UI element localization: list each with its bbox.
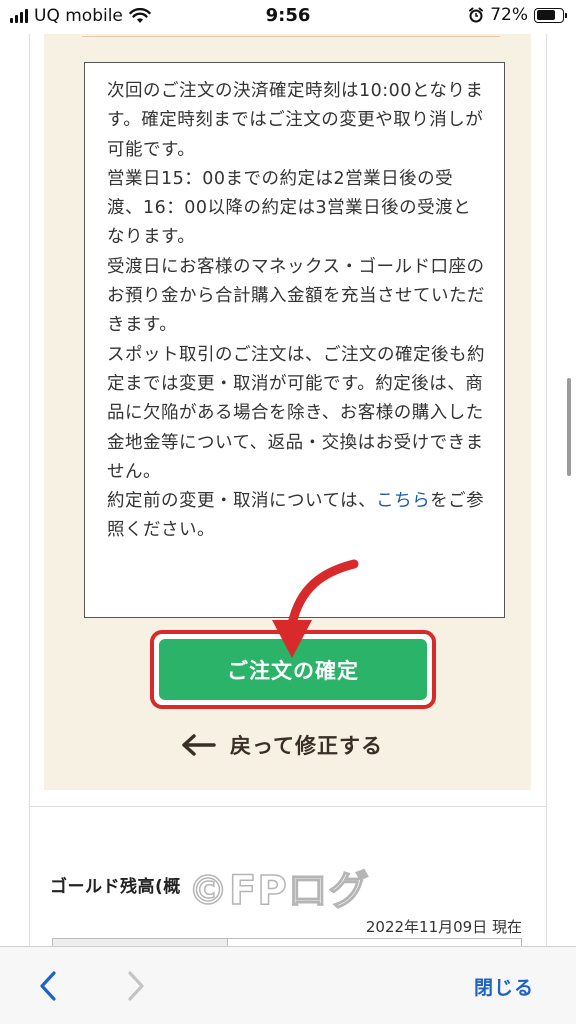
alarm-icon [469,7,484,23]
battery-icon [534,7,567,23]
web-content: 次回のご注文の決済確定時刻は10:00となります。確定時刻まではご注文の変更や取… [0,34,576,946]
notice-paragraph: 次回のご注文の決済確定時刻は10:00となります。確定時刻まではご注文の変更や取… [107,81,484,160]
reference-link[interactable]: こちら [376,491,430,511]
frame-border-right [546,34,547,946]
battery-percent: 72% [490,5,528,25]
section-divider [30,806,546,807]
back-to-edit-link[interactable]: 戻って修正する [180,730,383,760]
notice-text: 約定前の変更・取消については、 [107,491,377,512]
balance-table [52,938,522,946]
watermark: ©FPログ [187,867,370,915]
frame-border-left [29,34,30,946]
browser-toolbar: 閉じる [0,946,576,1024]
notice-paragraph-last: 約定前の変更・取消については、こちらをご参照ください。 [107,487,486,546]
balance-as-of-date: 2022年11月09日 現在 [365,918,522,936]
chevron-right-icon [128,971,144,1001]
divider [82,36,500,37]
status-right: 72% [468,5,567,25]
notice-paragraph: 受渡日にお客様のマネックス・ゴールド口座のお預り金から合計購入金額を充当させてい… [107,256,485,336]
table-divider [227,939,228,946]
status-bar: UQ mobile 9:56 72% [0,0,576,34]
back-link-label: 戻って修正する [230,734,383,758]
scrollbar[interactable] [567,378,571,476]
battery-level [536,10,555,20]
close-button[interactable]: 閉じる [474,973,534,1000]
red-curved-arrow-icon [272,559,359,658]
gold-balance-title: ゴールド残高(概 [50,877,181,897]
notice-paragraph: 営業日15：00までの約定は2営業日後の受渡、16：00以降の約定は3営業日後の… [107,168,472,248]
chevron-left-icon[interactable] [34,969,62,1003]
order-notice-box: 次回のご注文の決済確定時刻は10:00となります。確定時刻まではご注文の変更や取… [84,62,505,618]
table-header-cell [53,939,227,946]
notice-paragraph: スポット取引のご注文は、ご注文の確定後も約定までは変更・取消が可能です。約定後は… [107,344,485,482]
arrow-left-icon [182,734,216,756]
